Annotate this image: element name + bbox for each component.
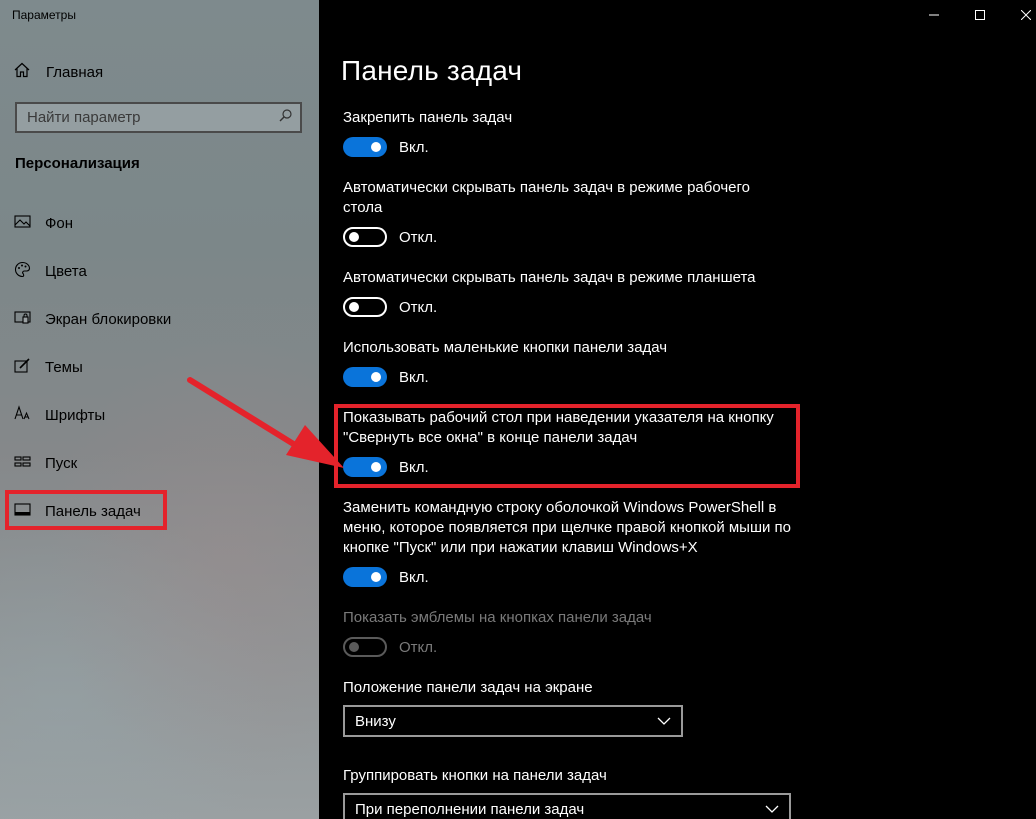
sidebar-item-background[interactable]: Фон	[14, 211, 73, 235]
toggle-state: Вкл.	[399, 568, 429, 586]
sidebar-item-label: Цвета	[45, 262, 87, 280]
search-input[interactable]: Найти параметр	[15, 102, 302, 133]
toggle-state: Откл.	[399, 298, 438, 316]
sidebar-item-label: Фон	[45, 214, 74, 232]
toggle-badges: Откл.	[343, 636, 437, 658]
minimize-icon	[929, 14, 939, 16]
toggle-state: Откл.	[399, 638, 438, 656]
toggle-powershell[interactable]: Вкл.	[343, 566, 429, 588]
palette-icon	[14, 261, 31, 282]
sidebar-item-themes[interactable]: Темы	[14, 355, 83, 379]
sidebar-item-lock-screen[interactable]: Экран блокировки	[14, 307, 171, 331]
window-title: Параметры	[12, 8, 76, 22]
toggle-autohide-desktop[interactable]: Откл.	[343, 226, 437, 248]
toggle-switch[interactable]	[343, 227, 387, 247]
setting-label-small-buttons: Использовать маленькие кнопки панели зад…	[343, 339, 668, 356]
sidebar: Параметры Главная Найти параметр Персона…	[0, 0, 319, 819]
close-button[interactable]	[1003, 0, 1036, 30]
position-label: Положение панели задач на экране	[343, 679, 593, 696]
setting-label-autohide-desktop: Автоматически скрывать панель задач в ре…	[343, 179, 750, 216]
setting-highlight-box	[334, 404, 800, 488]
toggle-state: Откл.	[399, 228, 438, 246]
toggle-switch[interactable]	[343, 297, 387, 317]
page-title: Панель задач	[341, 55, 523, 86]
sidebar-item-label: Шрифты	[45, 406, 106, 424]
sidebar-item-label: Пуск	[45, 454, 78, 472]
close-icon	[1021, 10, 1031, 20]
chevron-down-icon	[765, 801, 779, 818]
setting-label-powershell: Заменить командную строку оболочкой Wind…	[343, 499, 792, 556]
section-title: Персонализация	[15, 155, 140, 172]
maximize-icon	[975, 10, 985, 20]
chevron-down-icon	[657, 713, 671, 730]
setting-label-badges: Показать эмблемы на кнопках панели задач	[343, 609, 652, 626]
fonts-icon	[14, 404, 31, 426]
toggle-switch[interactable]	[343, 137, 387, 157]
search-placeholder: Найти параметр	[27, 109, 141, 126]
minimize-button[interactable]	[911, 0, 957, 30]
toggle-state: Вкл.	[399, 368, 429, 386]
position-dropdown[interactable]: Внизу	[343, 705, 683, 737]
sidebar-item-label: Темы	[45, 358, 83, 376]
search-icon	[279, 108, 292, 127]
toggle-state: Вкл.	[399, 138, 429, 156]
toggle-autohide-tablet[interactable]: Откл.	[343, 296, 437, 318]
lock-screen-icon	[14, 309, 31, 330]
maximize-button[interactable]	[957, 0, 1003, 30]
main-content: Панель задач Закрепить панель задач Вкл.…	[319, 0, 1036, 819]
selected-item-highlight	[5, 490, 167, 530]
sidebar-item-start[interactable]: Пуск	[14, 451, 77, 475]
grouping-dropdown[interactable]: При переполнении панели задач	[343, 793, 791, 819]
image-icon	[14, 213, 31, 234]
brush-icon	[14, 357, 31, 378]
toggle-switch	[343, 637, 387, 657]
dropdown-value: При переполнении панели задач	[355, 800, 585, 818]
sidebar-item-fonts[interactable]: Шрифты	[14, 403, 105, 427]
sidebar-item-label: Экран блокировки	[45, 310, 172, 328]
toggle-lock-taskbar[interactable]: Вкл.	[343, 136, 429, 158]
setting-label-lock-taskbar: Закрепить панель задач	[343, 109, 513, 126]
toggle-switch[interactable]	[343, 367, 387, 387]
setting-label-autohide-tablet: Автоматически скрывать панель задач в ре…	[343, 269, 756, 286]
toggle-small-buttons[interactable]: Вкл.	[343, 366, 429, 388]
home-label: Главная	[46, 63, 104, 81]
dropdown-value: Внизу	[355, 712, 396, 730]
toggle-switch[interactable]	[343, 567, 387, 587]
home-icon	[14, 62, 30, 82]
home-link[interactable]: Главная	[14, 61, 103, 83]
grouping-label: Группировать кнопки на панели задач	[343, 767, 607, 784]
sidebar-item-colors[interactable]: Цвета	[14, 259, 87, 283]
start-icon	[14, 453, 31, 474]
